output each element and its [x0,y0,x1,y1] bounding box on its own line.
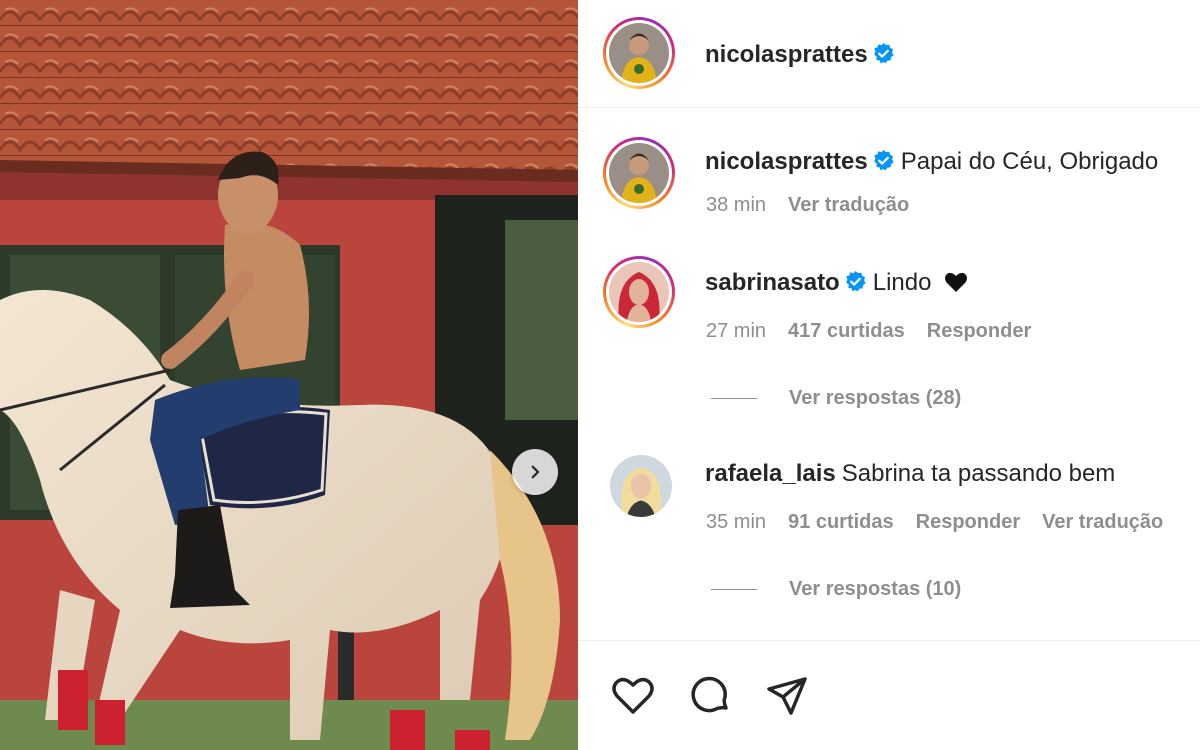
replies-divider [711,398,757,399]
avatar-image [609,23,669,83]
heart-icon [612,677,654,714]
comment-icon [691,676,728,713]
comment-button[interactable] [686,671,734,719]
comment-reply-button[interactable]: Responder [916,511,1020,533]
like-button[interactable] [609,671,657,719]
view-replies-label: Ver respostas (10) [789,578,962,600]
replies-divider [711,589,757,590]
chevron-right-icon [531,465,540,479]
share-icon [767,677,807,715]
caption-text: Papai do Céu, Obrigado [900,148,1159,175]
caption-time[interactable]: 38 min [706,194,766,216]
header-username-row: nicolasprattes [705,41,895,69]
black-heart-icon [945,272,968,292]
comment-likes[interactable]: 417 curtidas [788,320,905,342]
verified-badge-icon [845,270,866,292]
comment-likes[interactable]: 91 curtidas [788,511,894,533]
avatar-image [609,262,669,322]
post-photo[interactable] [0,0,578,750]
caption-row: nicolasprattes Papai do Céu, Obrigado [705,148,1158,176]
comment-time[interactable]: 35 min [706,511,766,533]
share-button[interactable] [763,671,811,719]
post-side-panel: nicolasprattes nicolasprattes Papai do Cé… [578,0,1200,750]
comment-meta: 27 min 417 curtidas Responder [706,320,1053,343]
caption-username[interactable]: nicolasprattes [705,148,868,175]
view-replies-label: Ver respostas (28) [789,387,962,409]
view-replies-button[interactable]: Ver respostas (28) [711,387,961,410]
comment-avatar[interactable] [603,256,675,328]
comment-avatar[interactable] [610,455,672,517]
comment-meta: 35 min 91 curtidas Responder Ver tradução [706,511,1185,534]
post-header: nicolasprattes [578,0,1200,108]
avatar-image [609,143,669,203]
comment-text: Sabrina ta passando bem [841,460,1116,487]
avatar-image [610,455,672,517]
verified-badge-icon [873,149,894,171]
comment-translate-button[interactable]: Ver tradução [1042,511,1163,533]
header-username[interactable]: nicolasprattes [705,41,868,68]
caption-avatar[interactable] [603,137,675,209]
comment-row: sabrinasato Lindo [705,269,968,297]
caption-meta: 38 min Ver tradução [706,194,931,217]
action-bar [578,640,1200,750]
caption-translate-button[interactable]: Ver tradução [788,194,909,216]
comment-time[interactable]: 27 min [706,320,766,342]
author-avatar[interactable] [603,17,675,89]
comment-row: rafaela_lais Sabrina ta passando bem [705,460,1115,488]
comment-reply-button[interactable]: Responder [927,320,1031,342]
comment-text: Lindo [872,269,932,296]
comment-username[interactable]: rafaela_lais [705,460,836,487]
comment-username[interactable]: sabrinasato [705,269,840,296]
verified-badge-icon [873,42,894,64]
view-replies-button[interactable]: Ver respostas (10) [711,578,961,601]
next-photo-button[interactable] [512,449,558,495]
post-image [0,0,578,750]
